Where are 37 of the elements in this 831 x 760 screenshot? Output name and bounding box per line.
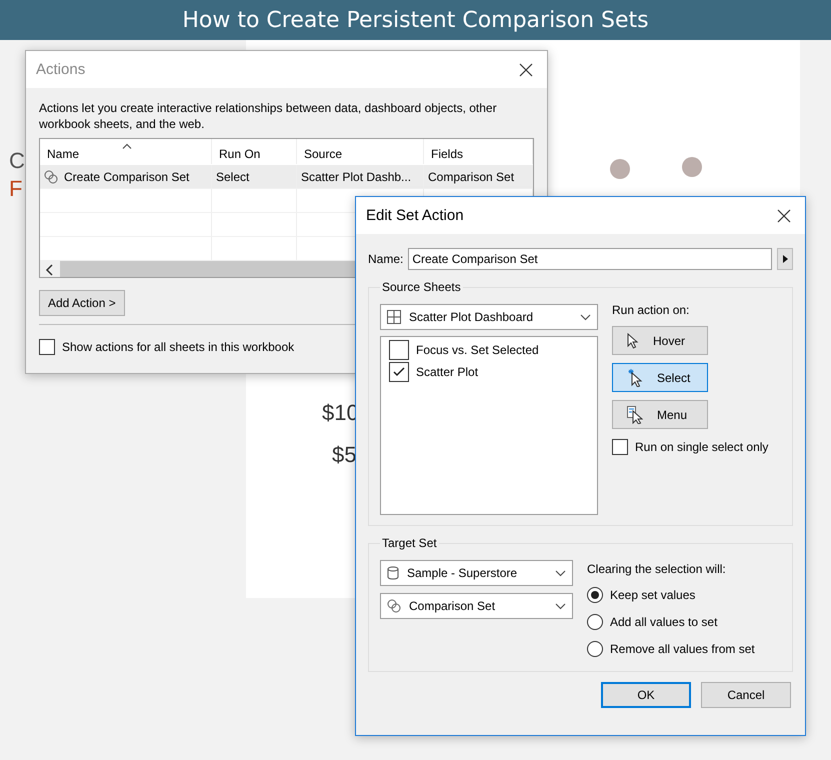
dialog-button[interactable]: OK <box>601 682 691 708</box>
table-cell: Scatter Plot Dashb... <box>301 170 412 184</box>
run-option-button[interactable]: Menu <box>612 400 708 429</box>
clearing-radio[interactable]: Add all values to set <box>587 614 755 630</box>
column-header[interactable]: Name <box>40 139 212 164</box>
clearing-radio[interactable]: Remove all values from set <box>587 641 755 657</box>
datasource-dropdown[interactable]: Sample - Superstore <box>380 560 573 586</box>
sheet-checkbox[interactable]: Focus vs. Set Selected <box>389 340 589 360</box>
single-select-checkbox[interactable]: Run on single select only <box>612 439 768 455</box>
name-label: Name: <box>368 252 404 266</box>
dialog-description: Actions let you create interactive relationships between data, dashboard objects, other workbook sheets, and the web. <box>39 100 498 132</box>
sheet-checkbox[interactable]: Scatter Plot <box>389 362 589 382</box>
table-cell: Select <box>216 170 250 184</box>
axis-label: $5 <box>332 442 356 468</box>
dashboard-text: C <box>9 148 25 174</box>
name-field[interactable]: Create Comparison Set <box>408 248 772 270</box>
group-label: Target Set <box>381 536 438 550</box>
set-dropdown[interactable]: Comparison Set <box>380 593 573 619</box>
add-action-button[interactable]: Add Action > <box>39 290 125 316</box>
page-title: How to Create Persistent Comparison Sets <box>182 8 649 32</box>
clearing-label: Clearing the selection will: <box>587 562 727 576</box>
table-row[interactable]: Create Comparison Set Select Scatter Plot Dashb... Comparison Set <box>40 165 533 189</box>
run-action-label: Run action on: <box>612 303 690 317</box>
column-header[interactable]: Fields <box>424 139 533 164</box>
dashboard-dropdown[interactable]: Scatter Plot Dashboard <box>380 304 598 330</box>
group-label: Source Sheets <box>381 280 462 294</box>
column-header[interactable]: Run On <box>212 139 297 164</box>
dialog-title: Edit Set Action <box>366 207 464 224</box>
dashboard-text: F <box>9 176 22 202</box>
dialog-button[interactable]: Cancel <box>701 682 791 708</box>
table-cell: Create Comparison Set <box>64 170 190 184</box>
clearing-radio[interactable]: Keep set values <box>587 587 755 603</box>
run-option-button[interactable]: Hover <box>612 326 708 355</box>
table-cell: Comparison Set <box>428 170 514 184</box>
dialog-title: Actions <box>36 61 86 78</box>
run-option-button[interactable]: Select <box>612 363 708 392</box>
column-header[interactable]: Source <box>297 139 424 164</box>
